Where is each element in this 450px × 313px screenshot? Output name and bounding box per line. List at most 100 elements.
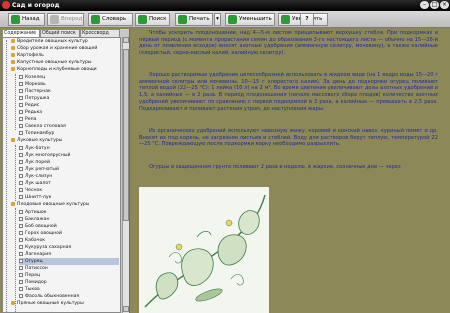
- tree-item[interactable]: Кукуруза сахарная: [19, 244, 71, 251]
- page-icon: [19, 81, 23, 86]
- print-options-dropdown[interactable]: ▾: [214, 13, 221, 26]
- page-icon: [19, 173, 23, 178]
- page-icon: [19, 180, 23, 185]
- tree-folder-open[interactable]: Плодовые овощные культуры: [11, 201, 89, 208]
- toolbar: Назад Вперед Словарь Поиск Печать ▾ Умен…: [0, 11, 450, 28]
- tree-item[interactable]: Боб овощной: [19, 223, 57, 230]
- page-icon: [19, 223, 23, 228]
- page-icon: [19, 258, 23, 263]
- tree-item[interactable]: Лагенария: [19, 251, 51, 258]
- page-icon: [19, 166, 23, 171]
- tree-folder[interactable]: Капустные овощные культуры: [11, 59, 92, 66]
- tree-item-selected[interactable]: Огурец: [19, 258, 119, 265]
- page-icon: [19, 293, 23, 298]
- tree-item[interactable]: Лук многоярусный: [19, 152, 70, 159]
- tree-folder[interactable]: Сбор урожая и хранение овощей: [11, 45, 97, 52]
- book-icon: [91, 15, 100, 24]
- print-button[interactable]: Печать: [175, 13, 213, 26]
- sidebar-tabs: Содержание Общий поиск Кроссворд: [2, 29, 128, 37]
- page-icon: [19, 244, 23, 249]
- page-icon: [19, 74, 23, 79]
- tree-item[interactable]: Тыква: [19, 286, 40, 293]
- tree-folder-open[interactable]: Корнеплоды и клубневые овощи: [11, 66, 97, 73]
- tree-item[interactable]: Перец: [19, 272, 40, 279]
- contents-tree: Вредители овощных культур Сбор урожая и …: [2, 37, 121, 313]
- scroll-down-arrow[interactable]: [123, 306, 129, 312]
- printer-icon: [178, 15, 187, 24]
- tree-item[interactable]: Кабачок: [19, 237, 45, 244]
- dictionary-button[interactable]: Словарь: [88, 13, 133, 26]
- page-icon: [19, 194, 23, 199]
- tree-item[interactable]: Петрушка: [19, 95, 49, 102]
- page-icon: [19, 152, 23, 157]
- back-button[interactable]: Назад: [8, 13, 45, 26]
- zoom-in-icon: [281, 15, 290, 24]
- tree-item[interactable]: Лук порей: [19, 159, 50, 166]
- page-icon: [19, 95, 23, 100]
- tree-folder[interactable]: Пряные овощные культуры: [11, 300, 84, 307]
- page-icon: [19, 187, 23, 192]
- folder-open-icon: [11, 201, 15, 206]
- tree-item[interactable]: Лук шалот: [19, 180, 51, 187]
- search-icon: [138, 15, 147, 24]
- page-icon: [19, 230, 23, 235]
- tree-folder[interactable]: Вредители овощных культур: [11, 38, 88, 45]
- folder-open-icon: [11, 137, 15, 142]
- window-title: Сад и огород: [12, 2, 60, 9]
- tree-item[interactable]: Горох овощной: [19, 230, 62, 237]
- zoom-out-icon: [228, 15, 237, 24]
- maximize-icon[interactable]: □: [430, 1, 439, 9]
- folder-icon: [11, 300, 15, 305]
- page-icon: [19, 265, 23, 270]
- tree-item[interactable]: Патиссон: [19, 265, 48, 272]
- page-icon: [19, 130, 23, 135]
- tree-item[interactable]: Пастернак: [19, 88, 51, 95]
- help-button[interactable]: ?: [300, 13, 314, 26]
- tree-item[interactable]: Артишок: [19, 209, 47, 216]
- zoom-out-button[interactable]: Уменьшить: [225, 13, 275, 26]
- minimize-icon[interactable]: –: [420, 1, 429, 9]
- tree-item[interactable]: Свекла столовая: [19, 123, 66, 130]
- page-icon: [19, 237, 23, 242]
- article-paragraph: Огурцы в защищенном грунте поливают 2 ра…: [149, 164, 401, 170]
- folder-icon: [11, 52, 15, 57]
- tree-folder[interactable]: Картофель: [11, 52, 44, 59]
- page-icon: [19, 116, 23, 121]
- search-button[interactable]: Поиск: [135, 13, 170, 26]
- page-icon: [19, 123, 23, 128]
- page-icon: [19, 209, 23, 214]
- tree-item[interactable]: Морковь: [19, 81, 46, 88]
- tree-item[interactable]: Лук-слизун: [19, 173, 52, 180]
- tree-item[interactable]: Редис: [19, 102, 39, 109]
- tree-item[interactable]: Помидор: [19, 279, 47, 286]
- tab-general-search[interactable]: Общий поиск: [40, 29, 80, 37]
- sidebar: Содержание Общий поиск Кроссворд Вредите…: [2, 29, 130, 313]
- tree-item[interactable]: Репа: [19, 116, 36, 123]
- tree-item[interactable]: Шнитт-лук: [19, 194, 51, 201]
- scroll-up-arrow[interactable]: [123, 37, 129, 43]
- tree-item[interactable]: Топинамбур: [19, 130, 54, 137]
- tree-item[interactable]: Фасоль обыкновенная: [19, 293, 79, 300]
- sidebar-scrollbar[interactable]: [122, 37, 129, 313]
- close-icon[interactable]: ×: [440, 1, 449, 9]
- tab-crossword[interactable]: Кроссворд: [80, 29, 120, 37]
- article-content: Чтобы ускорить плодоношение, над 4—5-м л…: [131, 29, 450, 313]
- tree-item[interactable]: Редька: [19, 109, 42, 116]
- page-icon: [19, 216, 23, 221]
- folder-icon: [11, 59, 15, 64]
- tree-item[interactable]: Лук репчатый: [19, 166, 59, 173]
- arrow-right-icon: [50, 15, 59, 24]
- forward-button[interactable]: Вперед: [47, 13, 84, 26]
- tab-contents[interactable]: Содержание: [2, 29, 40, 37]
- article-paragraph: Чтобы ускорить плодоношение, над 4—5-м л…: [139, 30, 438, 57]
- scroll-thumb[interactable]: [123, 49, 129, 221]
- tree-item[interactable]: Чеснок: [19, 187, 42, 194]
- tree-folder-open[interactable]: Луковые культуры: [11, 137, 62, 144]
- tree-item[interactable]: Лук-батун: [19, 145, 50, 152]
- tree-item[interactable]: Баклажан: [19, 216, 49, 223]
- page-icon: [19, 88, 23, 93]
- cucumber-plant-illustration: [139, 187, 269, 313]
- article-paragraph: Из органических удобрений используют нав…: [139, 128, 438, 148]
- page-icon: [19, 159, 23, 164]
- tree-item[interactable]: Козелец: [19, 74, 45, 81]
